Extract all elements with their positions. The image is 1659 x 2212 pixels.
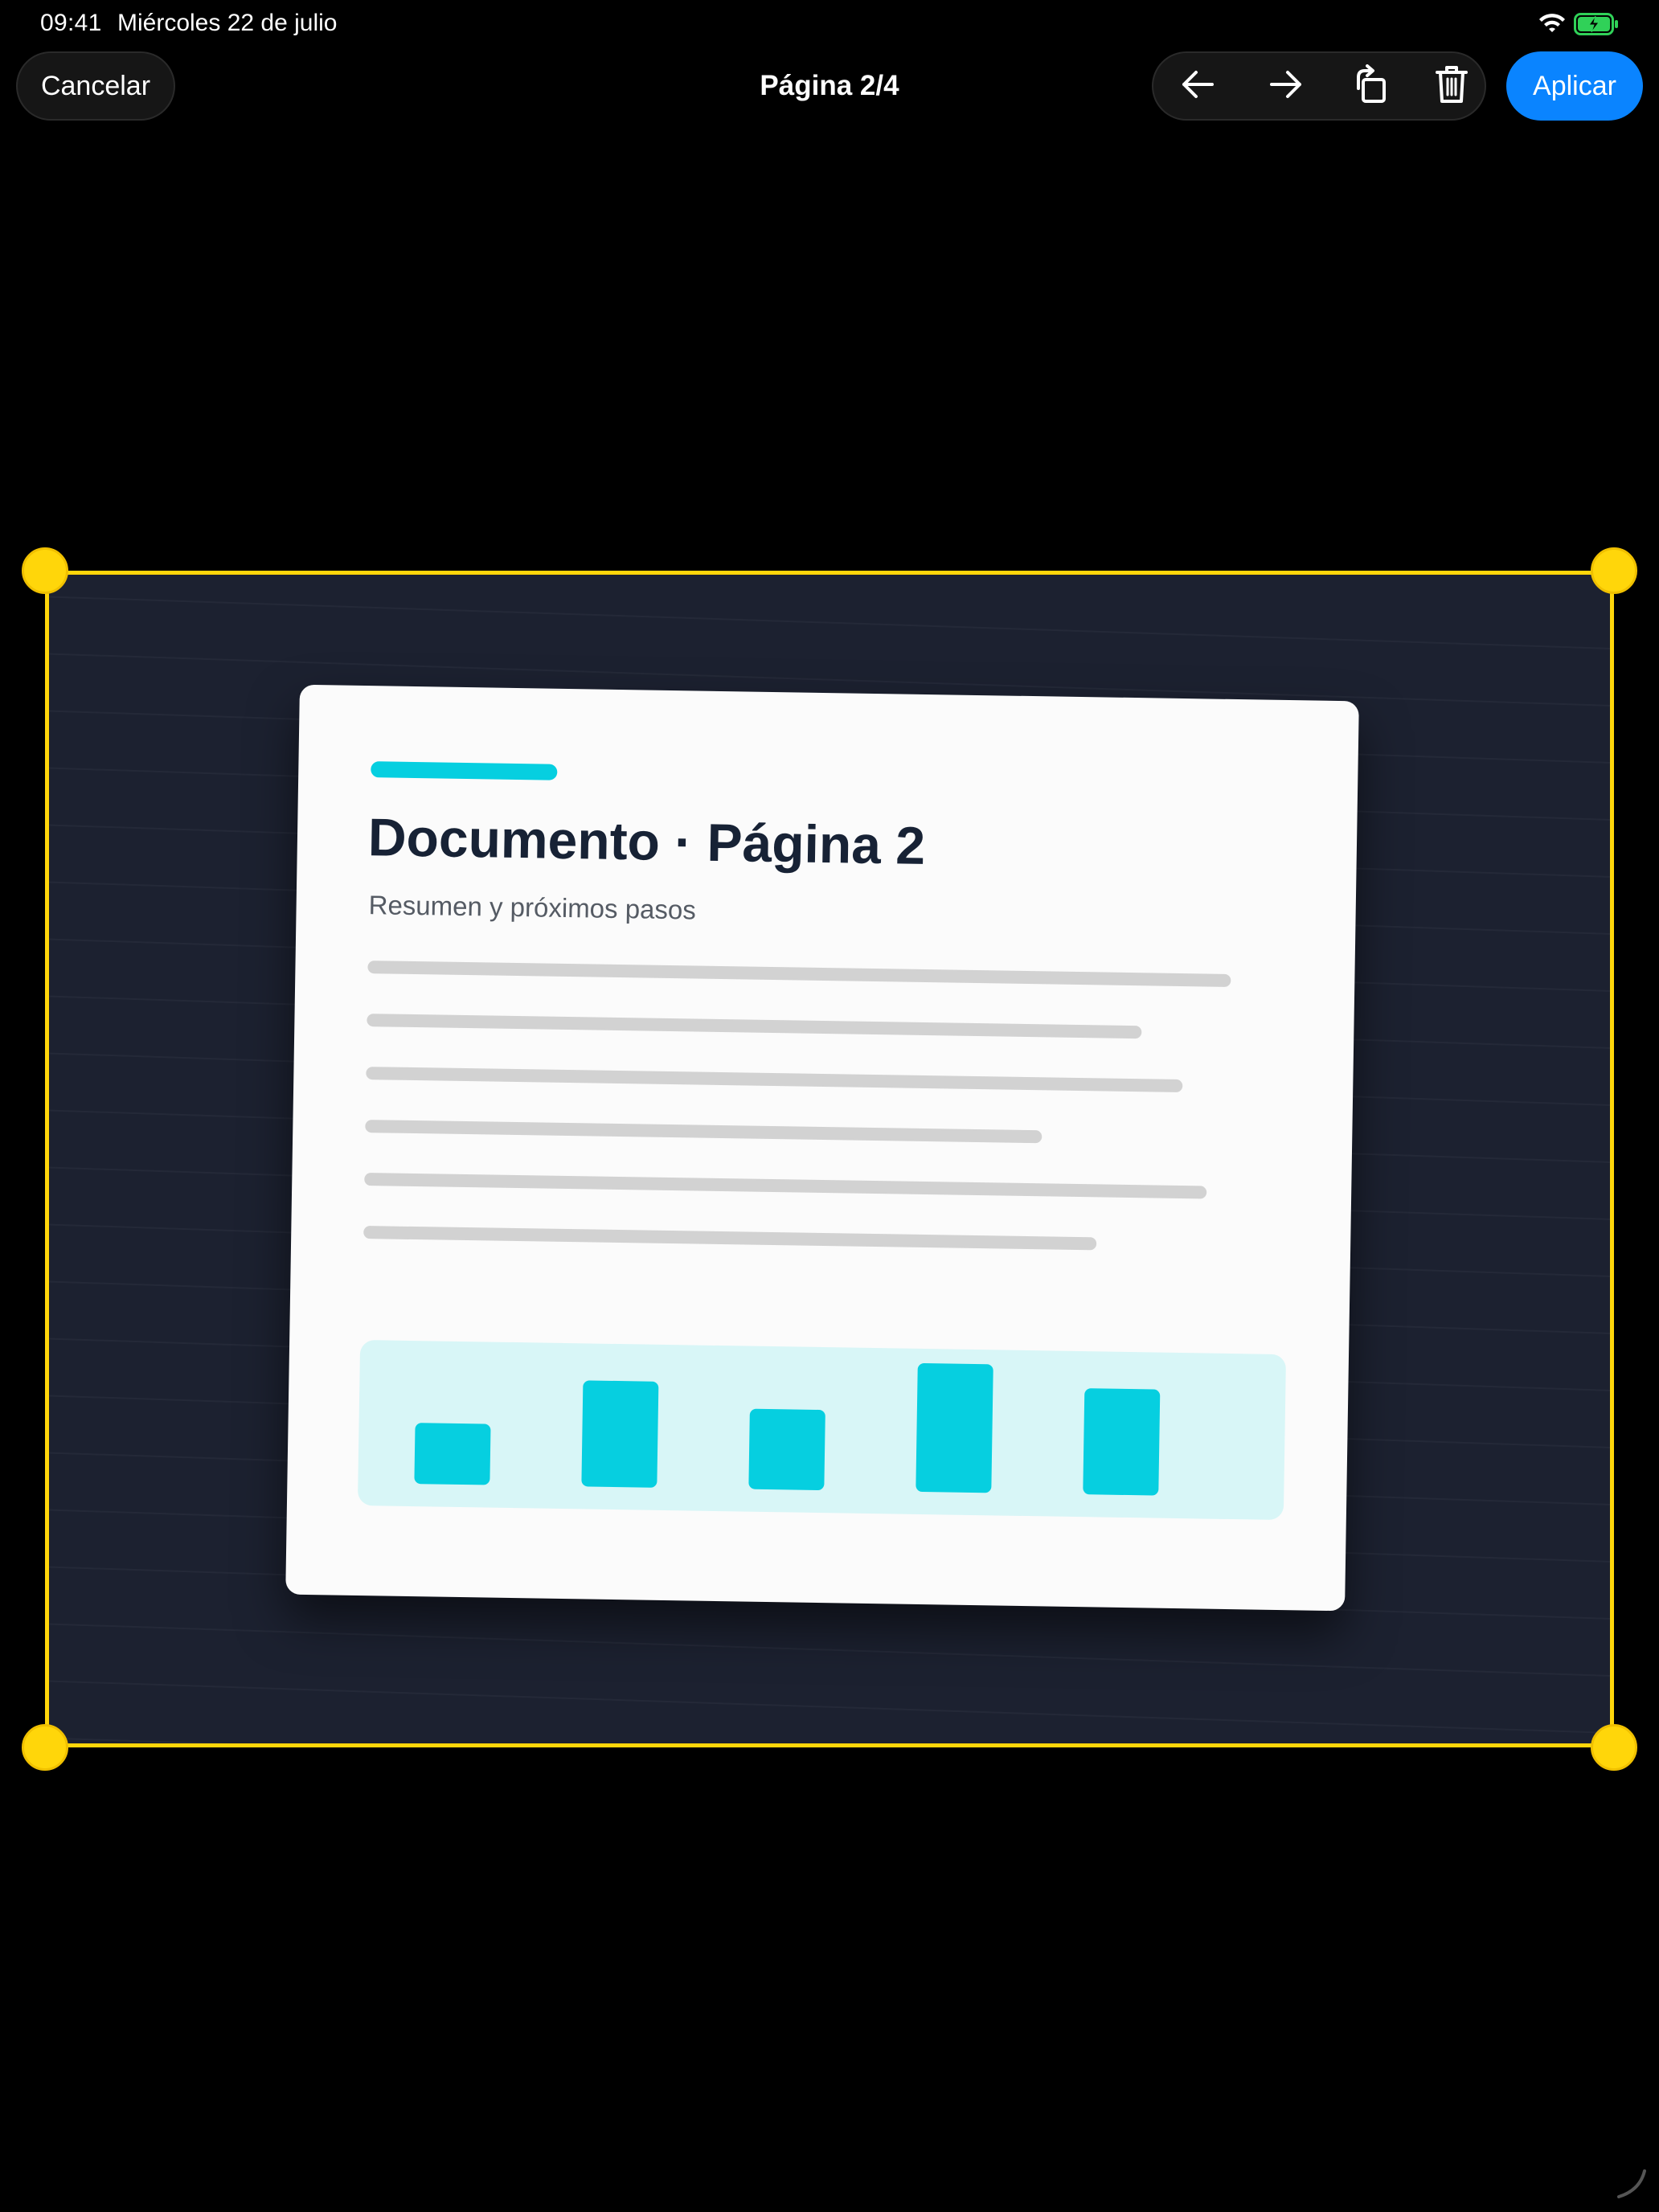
status-icons <box>1538 13 1619 35</box>
status-bar: 09:41 Miércoles 22 de julio <box>0 0 1659 51</box>
page-title: Página 2/4 <box>760 70 899 101</box>
document-text-line <box>364 1173 1207 1199</box>
document-chart-bar <box>414 1423 491 1485</box>
arrow-left-icon <box>1180 68 1215 104</box>
previous-page-button[interactable] <box>1163 53 1232 119</box>
cancel-button[interactable]: Cancelar <box>16 51 175 121</box>
document-subtitle: Resumen y próximos pasos <box>368 890 697 925</box>
scan-surface: Documento · Página 2 Resumen y próximos … <box>45 571 1614 1747</box>
surface-texture-line <box>45 595 1614 651</box>
rotate-icon <box>1353 63 1390 109</box>
document-text-line <box>367 1014 1142 1039</box>
resize-grip-icon <box>1616 2166 1648 2202</box>
apply-button[interactable]: Aplicar <box>1506 51 1643 121</box>
document-chart-bar <box>748 1408 825 1491</box>
rotate-button[interactable] <box>1337 53 1406 119</box>
crop-handle-bottom-right[interactable] <box>1591 1724 1637 1771</box>
delete-button[interactable] <box>1417 53 1486 119</box>
status-date: Miércoles 22 de julio <box>117 10 338 36</box>
document-text-line <box>367 961 1231 987</box>
document-chart-bar <box>581 1380 659 1488</box>
trash-icon <box>1435 64 1469 109</box>
surface-texture-line <box>45 1622 1614 1678</box>
document-text-line <box>365 1120 1043 1144</box>
document-text-lines <box>300 685 1359 1251</box>
document-chart-bar <box>916 1362 993 1493</box>
page-tools-group <box>1152 51 1486 121</box>
surface-texture-line <box>45 1679 1614 1735</box>
document-text-line <box>366 1067 1183 1093</box>
crop-handle-bottom-left[interactable] <box>22 1724 68 1771</box>
document-accent-bar <box>371 761 558 780</box>
crop-handle-top-left[interactable] <box>22 547 68 594</box>
scanned-document: Documento · Página 2 Resumen y próximos … <box>285 684 1359 1612</box>
wifi-icon <box>1538 14 1566 35</box>
toolbar: Cancelar Página 2/4 Aplicar <box>0 51 1659 124</box>
next-page-button[interactable] <box>1251 53 1321 119</box>
crop-handle-top-right[interactable] <box>1591 547 1637 594</box>
surface-texture-line <box>45 1736 1614 1747</box>
battery-charging-icon <box>1574 13 1619 35</box>
document-chart <box>357 1340 1287 1521</box>
status-time: 09:41 <box>40 10 102 36</box>
arrow-right-icon <box>1268 68 1304 104</box>
document-text-line <box>363 1226 1097 1251</box>
document-title: Documento · Página 2 <box>367 807 926 875</box>
document-chart-bar <box>1083 1388 1161 1496</box>
